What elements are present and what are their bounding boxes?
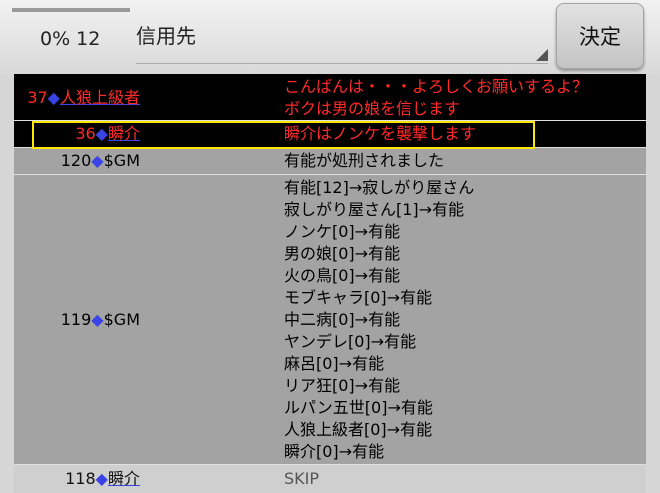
message-line: SKIP	[284, 469, 320, 488]
diamond-icon: ◆	[91, 151, 104, 170]
dropdown-caret-icon	[536, 49, 548, 61]
vote-line: 男の娘[0]→有能	[284, 244, 401, 263]
vote-line: 中二病[0]→有能	[284, 310, 401, 329]
message-number: 119	[60, 310, 92, 329]
log-entry: 118◆瞬介 SKIP	[14, 465, 646, 493]
log-message: こんばんは・・・よろしくお願いするよ？ ボクは男の娘を信じます	[284, 76, 644, 120]
player-name: $GM	[103, 151, 140, 170]
vote-line: 麻呂[0]→有能	[284, 354, 385, 373]
vote-line: ヤンデレ[0]→有能	[284, 332, 417, 351]
vote-line: 火の鳥[0]→有能	[284, 266, 401, 285]
log-message: SKIP	[284, 468, 644, 490]
vote-line: 寂しがり屋さん[1]→有能	[284, 200, 465, 219]
message-number: 37	[27, 88, 48, 107]
top-bar: 0% 12 信用先 決定	[0, 0, 660, 74]
log-message: 有能[12]→寂しがり屋さん 寂しがり屋さん[1]→有能 ノンケ[0]→有能 男…	[284, 177, 644, 463]
log-speaker: 120◆$GM	[14, 150, 140, 172]
log-entry: 37◆人狼上級者 こんばんは・・・よろしくお願いするよ？ ボクは男の娘を信じます	[14, 74, 646, 121]
log-message: 有能が処刑されました	[284, 150, 644, 172]
diamond-icon: ◆	[47, 88, 60, 107]
log-speaker: 119◆$GM	[14, 309, 140, 331]
player-name: $GM	[103, 310, 140, 329]
decide-button[interactable]: 決定	[556, 3, 644, 69]
target-select-label: 信用先	[136, 24, 196, 48]
message-number: 118	[65, 469, 96, 488]
diamond-icon: ◆	[95, 469, 108, 488]
vote-line: 瞬介[0]→有能	[284, 442, 385, 461]
message-line: 有能が処刑されました	[284, 151, 445, 170]
log-entry: 119◆$GM 有能[12]→寂しがり屋さん 寂しがり屋さん[1]→有能 ノンケ…	[14, 175, 646, 465]
target-select[interactable]: 信用先	[136, 14, 548, 64]
player-name-link[interactable]: 人狼上級者	[60, 88, 140, 107]
vote-line: 有能[12]→寂しがり屋さん	[284, 178, 475, 197]
player-name-link[interactable]: 瞬介	[108, 469, 140, 488]
message-number: 120	[60, 151, 92, 170]
vote-line: ルパン五世[0]→有能	[284, 398, 433, 417]
log-speaker: 37◆人狼上級者	[14, 87, 140, 109]
log-speaker: 118◆瞬介	[14, 468, 140, 490]
progress-bar	[12, 8, 130, 12]
vote-line: 人狼上級者[0]→有能	[284, 420, 433, 439]
diamond-icon: ◆	[91, 310, 104, 329]
log-entry: 120◆$GM 有能が処刑されました	[14, 148, 646, 175]
highlight-box	[32, 121, 535, 149]
progress-text: 0% 12	[40, 28, 101, 50]
vote-line: モブキャラ[0]→有能	[284, 288, 433, 307]
message-line: こんばんは・・・よろしくお願いするよ？	[284, 77, 589, 96]
vote-line: ノンケ[0]→有能	[284, 222, 401, 241]
message-line: ボクは男の娘を信じます	[284, 99, 461, 118]
vote-line: リア狂[0]→有能	[284, 376, 401, 395]
